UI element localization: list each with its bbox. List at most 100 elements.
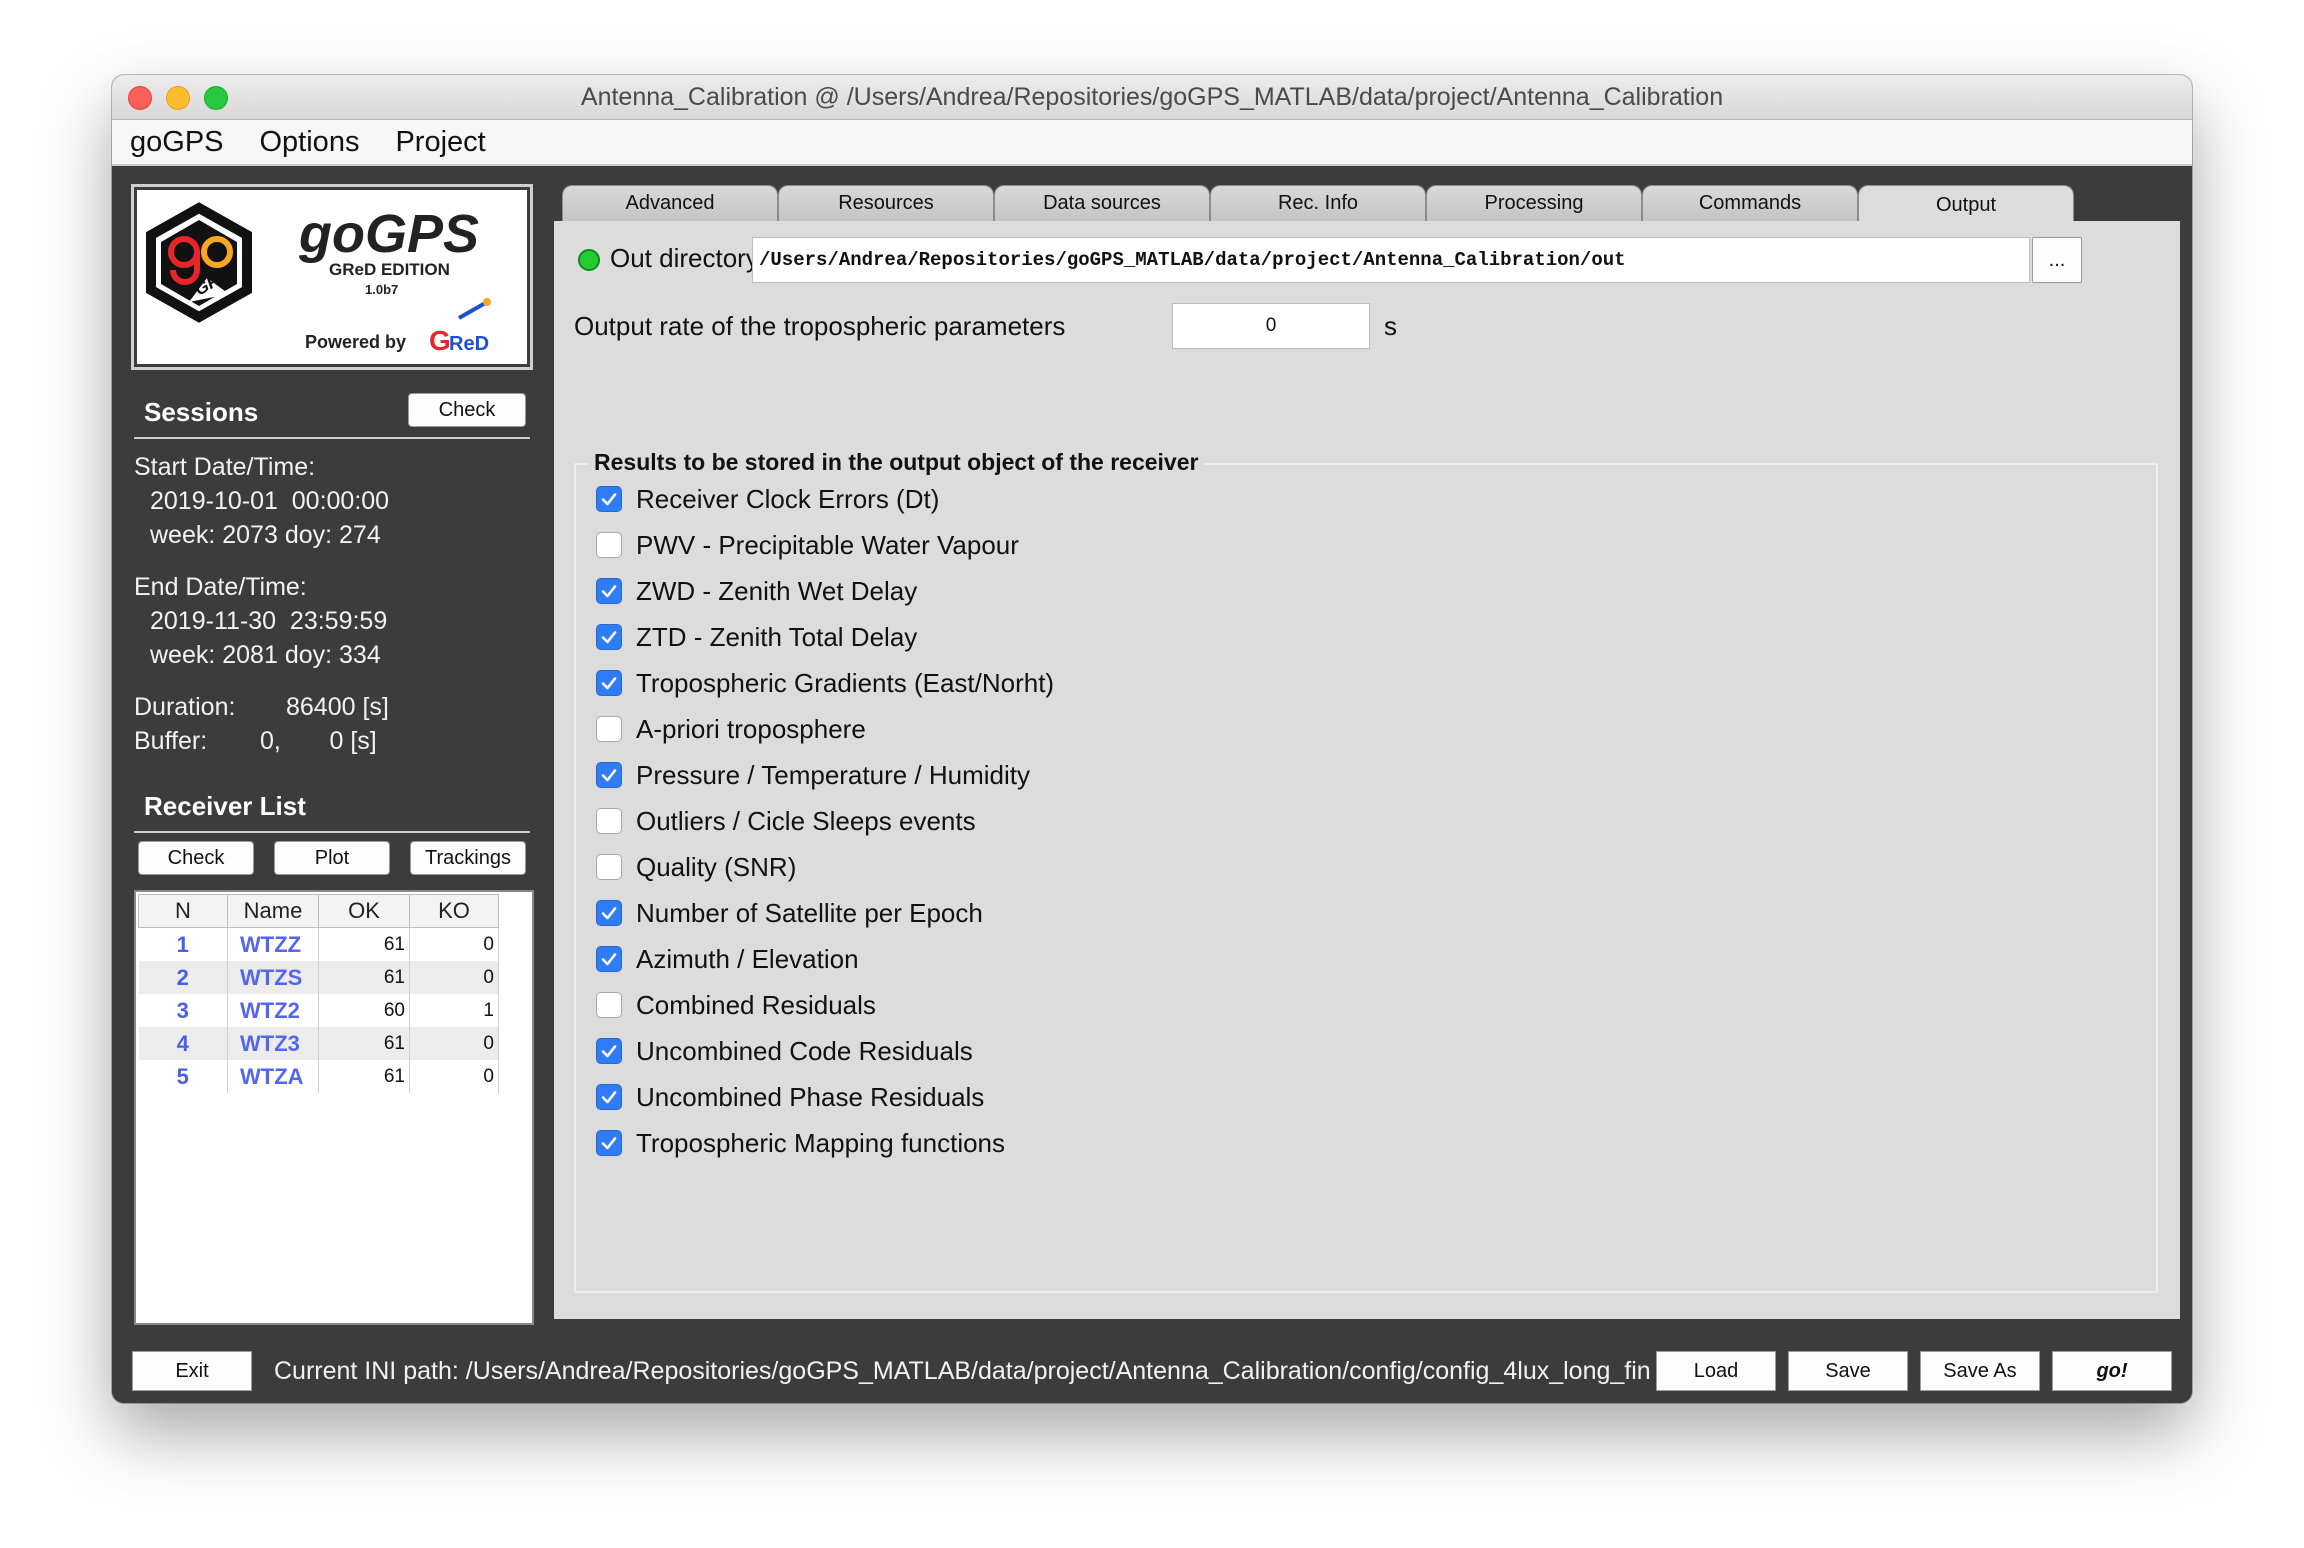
result-option-row[interactable]: Tropospheric Gradients (East/Norht)	[596, 665, 1054, 701]
result-option-row[interactable]: ZTD - Zenith Total Delay	[596, 619, 917, 655]
result-option-row[interactable]: Outliers / Cicle Sleeps events	[596, 803, 976, 839]
out-directory-label: Out directory	[610, 243, 759, 273]
browse-directory-button[interactable]: ...	[2032, 237, 2082, 283]
checkbox-checked[interactable]	[596, 486, 622, 512]
row-name[interactable]: WTZS	[227, 961, 319, 994]
checkbox-unchecked[interactable]	[596, 716, 622, 742]
menu-gogps[interactable]: goGPS	[130, 126, 224, 159]
menu-project[interactable]: Project	[395, 126, 485, 159]
load-button[interactable]: Load	[1656, 1351, 1776, 1391]
checkmark-icon	[601, 1045, 617, 1058]
checkmark-icon	[601, 1137, 617, 1150]
menu-bar: goGPS Options Project	[112, 120, 2192, 166]
col-ko[interactable]: KO	[409, 894, 499, 928]
checkbox-checked[interactable]	[596, 624, 622, 650]
checkbox-checked[interactable]	[596, 670, 622, 696]
out-directory-field[interactable]: /Users/Andrea/Repositories/goGPS_MATLAB/…	[752, 237, 2030, 283]
row-ko: 0	[409, 1060, 499, 1093]
buffer-value: 0, 0 [s]	[260, 727, 377, 755]
row-name[interactable]: WTZ2	[227, 994, 319, 1027]
gogps-logo-icon: GPS goGPS GReD EDITION 1.0b7 Powered by …	[146, 202, 491, 356]
tab-rec-info[interactable]: Rec. Info	[1210, 185, 1426, 221]
result-option-row[interactable]: Pressure / Temperature / Humidity	[596, 757, 1030, 793]
checkmark-icon	[601, 953, 617, 966]
result-option-row[interactable]: PWV - Precipitable Water Vapour	[596, 527, 1019, 563]
result-option-row[interactable]: Receiver Clock Errors (Dt)	[596, 481, 939, 517]
checkmark-icon	[601, 1091, 617, 1104]
maximize-window-button[interactable]	[204, 86, 228, 110]
exit-button[interactable]: Exit	[132, 1351, 252, 1391]
result-option-row[interactable]: Number of Satellite per Epoch	[596, 895, 983, 931]
result-option-row[interactable]: Uncombined Phase Residuals	[596, 1079, 984, 1115]
checkbox-checked[interactable]	[596, 578, 622, 604]
sessions-check-button[interactable]: Check	[408, 393, 526, 427]
tab-processing[interactable]: Processing	[1426, 185, 1642, 221]
checkbox-checked[interactable]	[596, 762, 622, 788]
checkmark-icon	[601, 493, 617, 506]
row-name[interactable]: WTZ3	[227, 1027, 319, 1060]
row-name[interactable]: WTZA	[227, 1060, 319, 1093]
checkbox-checked[interactable]	[596, 1038, 622, 1064]
rate-input[interactable]: 0	[1172, 303, 1370, 349]
menu-options[interactable]: Options	[260, 126, 360, 159]
checkbox-unchecked[interactable]	[596, 532, 622, 558]
row-ko: 0	[409, 961, 499, 994]
col-name[interactable]: Name	[227, 894, 319, 928]
col-ok[interactable]: OK	[318, 894, 410, 928]
table-row[interactable]: 2 WTZS 61 0	[138, 961, 499, 994]
checkbox-unchecked[interactable]	[596, 854, 622, 880]
tab-resources[interactable]: Resources	[778, 185, 994, 221]
tab-data-sources[interactable]: Data sources	[994, 185, 1210, 221]
checkbox-checked[interactable]	[596, 1084, 622, 1110]
buffer-label: Buffer:	[134, 727, 208, 755]
title-bar: Antenna_Calibration @ /Users/Andrea/Repo…	[112, 75, 2192, 120]
table-row[interactable]: 1 WTZZ 61 0	[138, 927, 499, 961]
checkmark-icon	[601, 631, 617, 644]
checkbox-checked[interactable]	[596, 946, 622, 972]
result-option-row[interactable]: ZWD - Zenith Wet Delay	[596, 573, 917, 609]
table-row[interactable]: 5 WTZA 61 0	[138, 1060, 499, 1093]
checkbox-checked[interactable]	[596, 1130, 622, 1156]
row-ok: 61	[318, 961, 410, 994]
results-group: Results to be stored in the output objec…	[574, 449, 2158, 1293]
tab-output[interactable]: Output	[1858, 185, 2074, 225]
logo-name: goGPS	[298, 204, 479, 264]
checkbox-unchecked[interactable]	[596, 992, 622, 1018]
receiver-trackings-button[interactable]: Trackings	[410, 841, 526, 875]
result-option-row[interactable]: Quality (SNR)	[596, 849, 796, 885]
close-window-button[interactable]	[128, 86, 152, 110]
checkbox-unchecked[interactable]	[596, 808, 622, 834]
table-row[interactable]: 3 WTZ2 60 1	[138, 994, 499, 1027]
save-as-button[interactable]: Save As	[1920, 1351, 2040, 1391]
row-name[interactable]: WTZZ	[227, 927, 319, 961]
start-label: Start Date/Time:	[134, 453, 316, 481]
sessions-title: Sessions	[144, 397, 259, 427]
go-button[interactable]: go!	[2052, 1351, 2172, 1391]
minimize-window-button[interactable]	[166, 86, 190, 110]
tab-advanced[interactable]: Advanced	[562, 185, 778, 221]
result-option-row[interactable]: Tropospheric Mapping functions	[596, 1125, 1005, 1161]
result-option-row[interactable]: Uncombined Code Residuals	[596, 1033, 973, 1069]
checkbox-checked[interactable]	[596, 900, 622, 926]
result-option-row[interactable]: A-priori troposphere	[596, 711, 866, 747]
result-option-row[interactable]: Azimuth / Elevation	[596, 941, 859, 977]
tab-commands[interactable]: Commands	[1642, 185, 1858, 221]
row-n: 1	[138, 927, 228, 961]
result-option-row[interactable]: Combined Residuals	[596, 987, 876, 1023]
result-option-label: Outliers / Cicle Sleeps events	[636, 805, 976, 836]
result-option-label: A-priori troposphere	[636, 713, 866, 744]
col-n[interactable]: N	[138, 894, 228, 928]
checkmark-icon	[601, 769, 617, 782]
receiver-plot-button[interactable]: Plot	[274, 841, 390, 875]
receiver-check-button[interactable]: Check	[138, 841, 254, 875]
result-option-label: Receiver Clock Errors (Dt)	[636, 483, 940, 514]
ini-path: Current INI path: /Users/Andrea/Reposito…	[274, 1357, 1651, 1385]
checkmark-icon	[601, 585, 617, 598]
table-row[interactable]: 4 WTZ3 61 0	[138, 1027, 499, 1060]
save-button[interactable]: Save	[1788, 1351, 1908, 1391]
result-option-label: Quality (SNR)	[636, 851, 797, 882]
end-datetime: 2019-11-30 23:59:59	[150, 607, 388, 635]
window-controls	[128, 86, 228, 110]
receiver-table-grid: N Name OK KO 1 WTZZ 61 0 2 WTZS 61 0 3 W…	[138, 894, 499, 1093]
receiver-table-header: N Name OK KO	[138, 894, 499, 928]
